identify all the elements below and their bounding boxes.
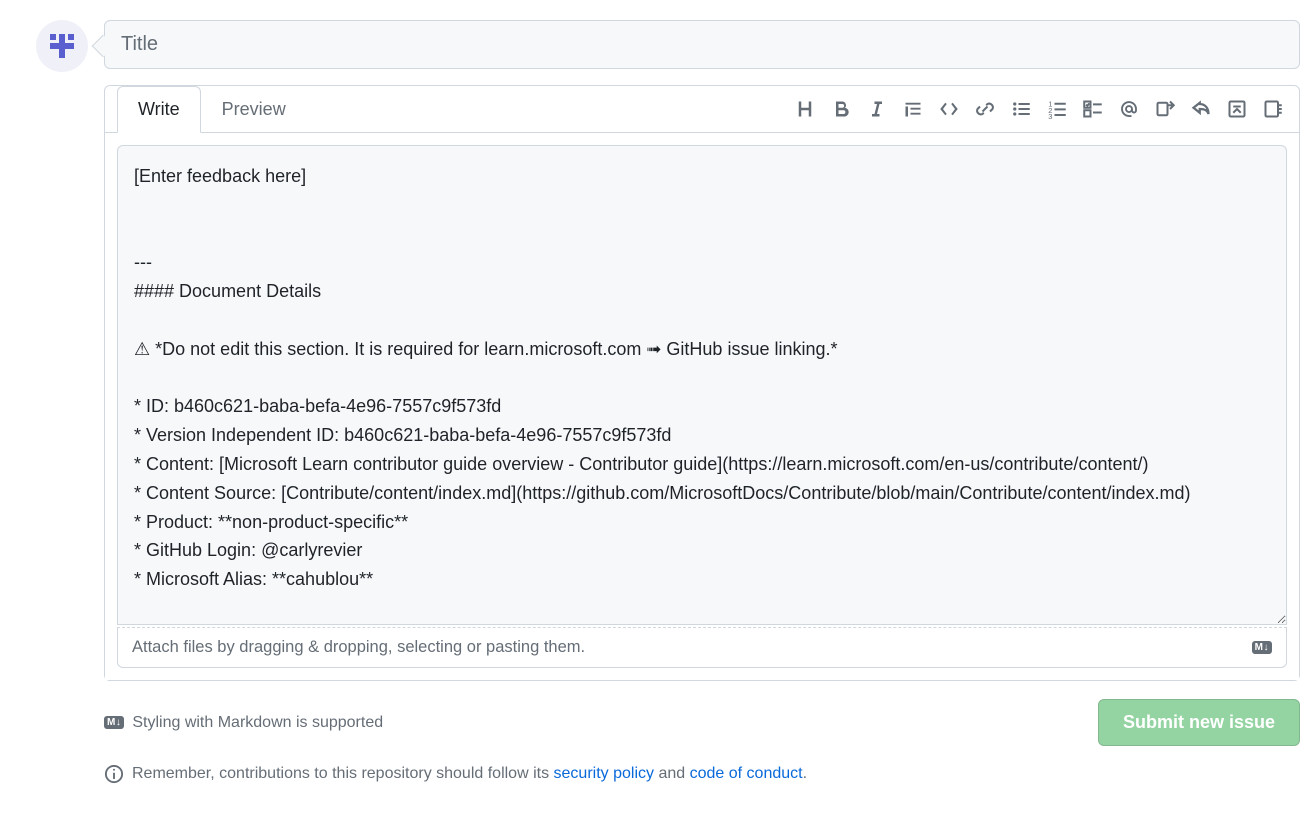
avatar[interactable] bbox=[36, 20, 88, 72]
attach-files-hint[interactable]: Attach files by dragging & dropping, sel… bbox=[117, 627, 1287, 668]
italic-icon[interactable] bbox=[867, 99, 887, 119]
contribution-note: Remember, contributions to this reposito… bbox=[104, 764, 1300, 784]
code-of-conduct-link[interactable]: code of conduct bbox=[690, 765, 803, 782]
issue-title-input[interactable] bbox=[104, 20, 1300, 69]
markdown-support-label: Styling with Markdown is supported bbox=[132, 714, 383, 732]
bold-icon[interactable] bbox=[831, 99, 851, 119]
contrib-mid: and bbox=[654, 765, 690, 782]
security-policy-link[interactable]: security policy bbox=[554, 765, 654, 782]
contrib-prefix: Remember, contributions to this reposito… bbox=[132, 765, 554, 782]
heading-icon[interactable] bbox=[795, 99, 815, 119]
markdown-support-note[interactable]: M↓ Styling with Markdown is supported bbox=[104, 714, 383, 732]
tasklist-icon[interactable] bbox=[1083, 99, 1103, 119]
tab-write[interactable]: Write bbox=[117, 86, 201, 133]
comment-editor: Write Preview 123 bbox=[104, 85, 1300, 681]
reply-icon[interactable] bbox=[1191, 99, 1211, 119]
unordered-list-icon[interactable] bbox=[1011, 99, 1031, 119]
tab-preview[interactable]: Preview bbox=[201, 86, 307, 133]
avatar-icon bbox=[44, 28, 80, 64]
issue-body-textarea[interactable] bbox=[117, 145, 1287, 625]
new-issue-form: Write Preview 123 bbox=[104, 20, 1300, 784]
attach-files-label: Attach files by dragging & dropping, sel… bbox=[132, 638, 585, 657]
markdown-toolbar: 123 bbox=[795, 99, 1287, 119]
submit-new-issue-button[interactable]: Submit new issue bbox=[1098, 699, 1300, 746]
cross-reference-icon[interactable] bbox=[1155, 99, 1175, 119]
editor-tab-header: Write Preview 123 bbox=[105, 86, 1299, 133]
contrib-suffix: . bbox=[803, 765, 807, 782]
mention-icon[interactable] bbox=[1119, 99, 1139, 119]
saved-reply-icon[interactable] bbox=[1227, 99, 1247, 119]
markdown-pane-icon[interactable] bbox=[1263, 99, 1283, 119]
link-icon[interactable] bbox=[975, 99, 995, 119]
svg-text:3: 3 bbox=[1048, 112, 1052, 119]
markdown-icon: M↓ bbox=[104, 716, 124, 729]
quote-icon[interactable] bbox=[903, 99, 923, 119]
ordered-list-icon[interactable]: 123 bbox=[1047, 99, 1067, 119]
info-icon bbox=[104, 764, 124, 784]
markdown-badge-icon: M↓ bbox=[1252, 641, 1272, 654]
code-icon[interactable] bbox=[939, 99, 959, 119]
